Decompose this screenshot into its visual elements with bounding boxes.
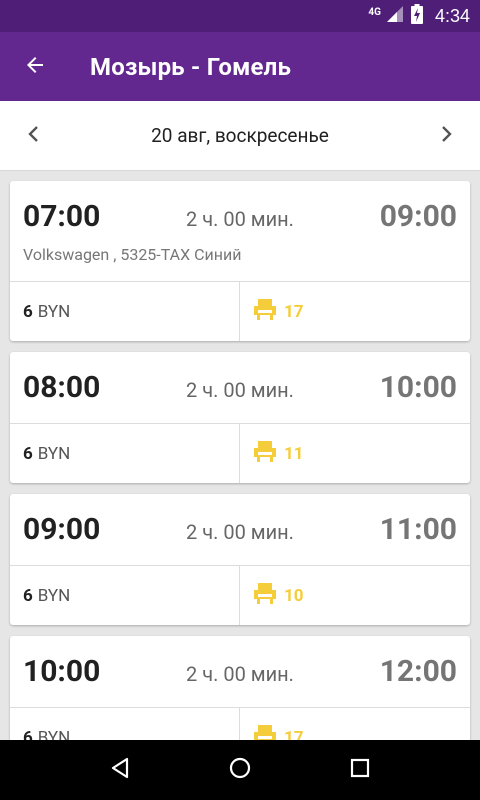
- available-seats: 11: [240, 424, 470, 483]
- selected-date: 20 авг, воскресенье: [151, 124, 329, 147]
- nav-back-button[interactable]: [100, 750, 140, 790]
- price: 6 BYN: [10, 566, 240, 625]
- arrival-time: 12:00: [379, 654, 457, 689]
- page-title: Мозырь - Гомель: [90, 52, 292, 81]
- price-value: 6: [23, 585, 33, 606]
- seat-icon: [252, 581, 278, 610]
- square-recent-icon: [348, 756, 372, 784]
- seat-count: 17: [284, 727, 304, 741]
- seat-icon: [252, 723, 278, 740]
- trip-card[interactable]: 09:00 2 ч. 00 мин. 11:00 6 BYN 10: [10, 494, 470, 625]
- date-selector: 20 авг, воскресенье: [0, 101, 480, 171]
- status-bar: 4G 4:34: [0, 0, 480, 32]
- price-currency: BYN: [37, 301, 71, 322]
- price: 6 BYN: [10, 282, 240, 341]
- arrival-time: 11:00: [379, 512, 457, 547]
- trip-card[interactable]: 08:00 2 ч. 00 мин. 10:00 6 BYN 11: [10, 352, 470, 483]
- circle-home-icon: [228, 756, 252, 784]
- available-seats: 10: [240, 566, 470, 625]
- price-value: 6: [23, 727, 33, 741]
- app-bar: Мозырь - Гомель: [0, 32, 480, 101]
- price: 6 BYN: [10, 708, 240, 740]
- vehicle-info: Volkswagen , 5325-TAX Синий: [23, 245, 242, 264]
- price-value: 6: [23, 301, 33, 322]
- network-type: 4G: [368, 6, 381, 18]
- trip-list: 07:00 2 ч. 00 мин. 09:00 Volkswagen , 53…: [0, 171, 480, 740]
- available-seats: 17: [240, 282, 470, 341]
- arrow-left-icon: [23, 53, 47, 81]
- arrival-time: 09:00: [379, 199, 457, 234]
- previous-day-button[interactable]: [22, 124, 46, 148]
- back-button[interactable]: [0, 32, 70, 101]
- triangle-back-icon: [108, 756, 132, 784]
- seat-count: 17: [284, 301, 304, 322]
- next-day-button[interactable]: [434, 124, 458, 148]
- trip-card[interactable]: 07:00 2 ч. 00 мин. 09:00 Volkswagen , 53…: [10, 181, 470, 341]
- system-navigation-bar: [0, 740, 480, 800]
- price-currency: BYN: [37, 727, 71, 741]
- chevron-left-icon: [27, 125, 41, 147]
- nav-home-button[interactable]: [220, 750, 260, 790]
- arrival-time: 10:00: [379, 370, 457, 405]
- available-seats: 17: [240, 708, 470, 740]
- price-currency: BYN: [37, 585, 71, 606]
- price: 6 BYN: [10, 424, 240, 483]
- seat-icon: [252, 439, 278, 468]
- trip-card[interactable]: 10:00 2 ч. 00 мин. 12:00 6 BYN 17: [10, 636, 470, 740]
- clock: 4:34: [434, 5, 470, 26]
- price-currency: BYN: [37, 443, 71, 464]
- battery-charging-icon: [410, 4, 423, 28]
- nav-recent-button[interactable]: [340, 750, 380, 790]
- seat-count: 11: [284, 443, 304, 464]
- seat-count: 10: [284, 585, 304, 606]
- chevron-right-icon: [439, 125, 453, 147]
- signal-icon: [386, 6, 403, 26]
- seat-icon: [252, 297, 278, 326]
- price-value: 6: [23, 443, 33, 464]
